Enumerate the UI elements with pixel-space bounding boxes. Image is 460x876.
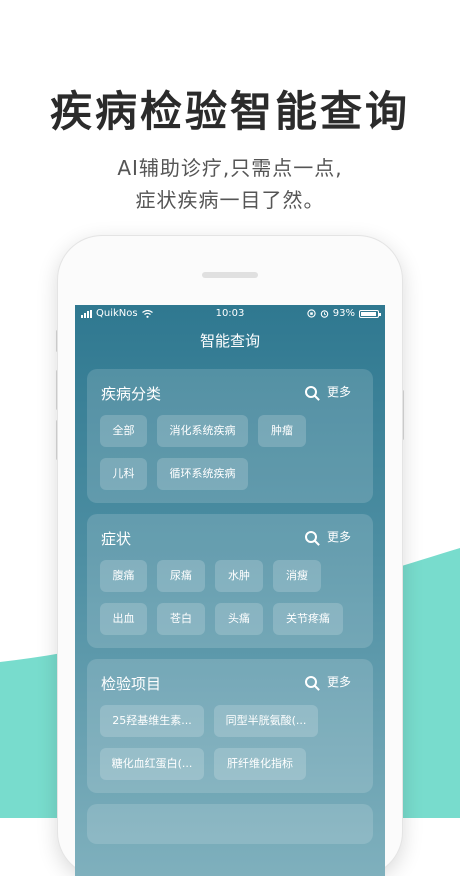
chip-test-item[interactable]: 同型半胱氨酸(... [214, 705, 318, 737]
chip-disease[interactable]: 儿科 [100, 458, 147, 490]
chip-disease[interactable]: 全部 [100, 415, 147, 447]
more-link[interactable]: 更多 [327, 673, 351, 690]
chip-symptom[interactable]: 关节疼痛 [273, 603, 343, 635]
section-symptom: 症状 更多 腹痛 尿痛 水肿 消瘦 出血 苍白 头痛 关节疼痛 [87, 514, 373, 648]
section-title: 检验项目 [101, 675, 162, 693]
battery-percent: 93% [332, 308, 355, 319]
battery-icon [359, 309, 381, 318]
section-test-items: 检验项目 更多 25羟基维生素... 同型半胱氨酸(... 糖化血红蛋白(...… [87, 659, 373, 793]
chip-symptom[interactable]: 出血 [100, 603, 147, 635]
chip-test-item[interactable]: 肝纤维化指标 [214, 748, 306, 780]
more-link[interactable]: 更多 [327, 528, 351, 545]
chip-symptom[interactable]: 消瘦 [273, 560, 321, 592]
alarm-icon [320, 310, 329, 318]
chip-test-item[interactable]: 糖化血红蛋白(... [100, 748, 204, 780]
promo-tagline-line1: AI辅助诊疗,只需点一点, [117, 156, 343, 180]
chip-test-item[interactable]: 25羟基维生素... [100, 705, 204, 737]
chip-symptom[interactable]: 尿痛 [157, 560, 205, 592]
promo-headline: 疾病检验智能查询 [49, 87, 410, 136]
chip-symptom[interactable]: 头痛 [215, 603, 263, 635]
section-title: 疾病分类 [101, 385, 162, 403]
section-title: 症状 [101, 530, 132, 548]
section-disease-category: 疾病分类 更多 全部 消化系统疾病 肿瘤 儿科 循环系统疾病 [87, 369, 373, 503]
search-icon[interactable] [304, 530, 317, 543]
status-bar: QuikNos 10:03 93% [75, 305, 385, 323]
search-icon[interactable] [304, 675, 317, 688]
section-partial [87, 804, 373, 844]
orientation-lock-icon [307, 309, 316, 318]
chip-disease[interactable]: 肿瘤 [258, 415, 306, 447]
chip-disease[interactable]: 循环系统疾病 [157, 458, 248, 490]
chip-symptom[interactable]: 腹痛 [100, 560, 147, 592]
search-icon[interactable] [304, 385, 317, 398]
app-screen: QuikNos 10:03 93% 智能查询 疾病分类 更多 全部 消化系统疾病… [75, 305, 385, 876]
promo-tagline-line2: 症状疾病一目了然。 [135, 188, 325, 212]
chip-symptom[interactable]: 苍白 [157, 603, 205, 635]
chip-symptom[interactable]: 水肿 [215, 560, 263, 592]
page-title: 智能查询 [199, 332, 260, 350]
chip-disease[interactable]: 消化系统疾病 [157, 415, 248, 447]
phone-speaker [202, 272, 258, 278]
more-link[interactable]: 更多 [327, 383, 351, 400]
phone-mockup: QuikNos 10:03 93% 智能查询 疾病分类 更多 全部 消化系统疾病… [58, 236, 402, 876]
